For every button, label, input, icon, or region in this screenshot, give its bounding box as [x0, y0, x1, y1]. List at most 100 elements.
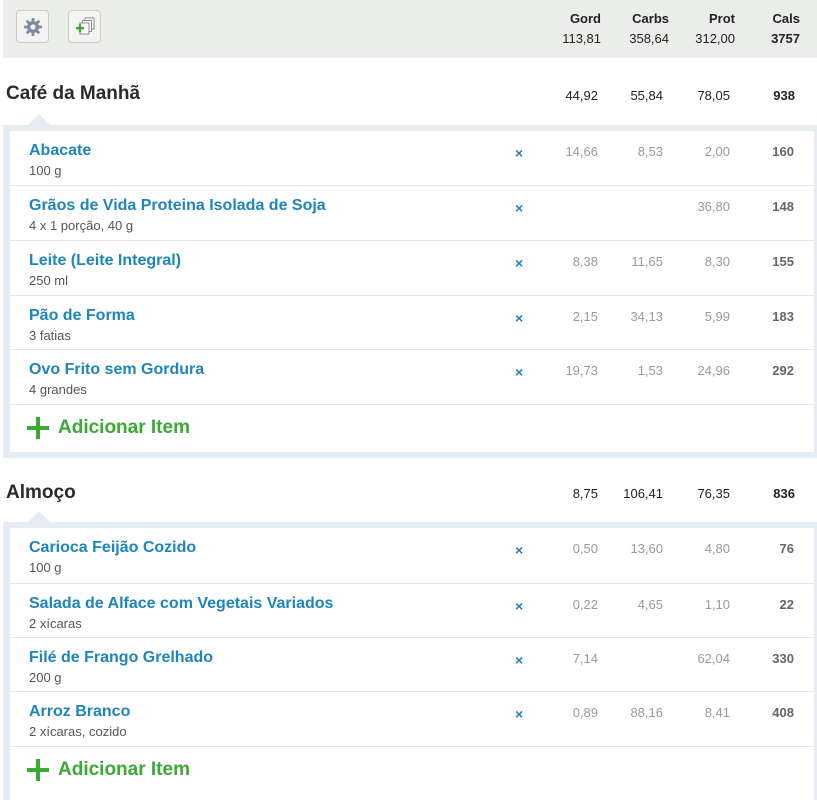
add-item-button[interactable]: Adicionar Item — [27, 417, 190, 439]
food-prot: 5,99 — [704, 309, 730, 324]
food-prot: 8,30 — [704, 254, 730, 269]
add-item-button[interactable]: Adicionar Item — [27, 759, 190, 781]
food-row: Salada de Alface com Vegetais Variados 2… — [10, 584, 814, 638]
settings-button[interactable] — [16, 10, 49, 43]
food-cals: 155 — [772, 254, 794, 269]
meal-total-prot: 76,35 — [697, 486, 730, 501]
food-fat: 0,89 — [572, 705, 598, 720]
food-cals: 148 — [772, 199, 794, 214]
food-cals: 292 — [772, 363, 794, 378]
food-name-link[interactable]: Ovo Frito sem Gordura — [29, 361, 204, 379]
delete-item-icon[interactable]: × — [515, 364, 523, 380]
gear-icon — [23, 17, 42, 36]
food-prot: 24,96 — [697, 363, 730, 378]
food-cals: 76 — [779, 541, 794, 556]
copy-meal-button[interactable] — [68, 10, 101, 43]
food-name-link[interactable]: Arroz Branco — [29, 703, 130, 721]
food-fat: 14,66 — [565, 144, 598, 159]
total-fat: 113,81 — [562, 31, 601, 46]
food-fat: 2,15 — [572, 309, 598, 324]
total-cals: 3757 — [771, 31, 800, 46]
food-name-link[interactable]: Grãos de Vida Proteina Isolada de Soja — [29, 197, 326, 215]
food-name-link[interactable]: Salada de Alface com Vegetais Variados — [29, 595, 333, 613]
food-fat: 19,73 — [565, 363, 598, 378]
food-portion: 200 g — [29, 670, 62, 685]
food-cals: 160 — [772, 144, 794, 159]
food-row: Arroz Branco 2 xícaras, cozido × 0,89 88… — [10, 692, 814, 747]
food-prot: 2,00 — [704, 144, 730, 159]
food-row: Carioca Feijão Cozido 100 g × 0,50 13,60… — [10, 528, 814, 584]
food-name-link[interactable]: Pão de Forma — [29, 307, 135, 325]
food-cals: 22 — [779, 597, 794, 612]
food-carbs: 8,53 — [637, 144, 663, 159]
food-portion: 3 fatias — [29, 328, 71, 343]
food-list-panel: Abacate 100 g × 14,66 8,53 2,00 160 Grão… — [3, 125, 817, 458]
food-prot: 4,80 — [704, 541, 730, 556]
plus-icon — [27, 759, 49, 781]
section-pointer — [28, 511, 50, 522]
plus-icon — [27, 417, 49, 439]
food-portion: 250 ml — [29, 273, 69, 288]
column-header-fat: Gord — [569, 11, 601, 26]
food-portion: 100 g — [29, 163, 62, 178]
meal-total-cals: 938 — [773, 88, 795, 103]
food-prot: 62,04 — [697, 651, 730, 666]
food-name-link[interactable]: Filé de Frango Grelhado — [29, 649, 213, 667]
column-header-carbs: Carbs — [632, 11, 669, 26]
column-header-prot: Prot — [709, 11, 735, 26]
add-item-label: Adicionar Item — [58, 759, 190, 780]
food-name-link[interactable]: Leite (Leite Integral) — [29, 252, 181, 270]
add-item-row: Adicionar Item — [10, 747, 814, 797]
food-prot: 36,80 — [697, 199, 730, 214]
food-fat: 8,38 — [572, 254, 598, 269]
meal-total-fat: 8,75 — [572, 486, 598, 501]
add-copy-icon — [75, 17, 94, 34]
delete-item-icon[interactable]: × — [515, 542, 523, 558]
total-prot: 312,00 — [695, 31, 735, 46]
add-item-label: Adicionar Item — [58, 417, 190, 438]
meal-title: Café da Manhã — [6, 83, 141, 104]
food-carbs: 11,65 — [631, 254, 663, 269]
meal-title: Almoço — [6, 482, 76, 503]
food-prot: 8,41 — [704, 705, 730, 720]
meal-total-cals: 836 — [773, 486, 795, 501]
section-pointer — [28, 114, 50, 125]
total-carbs: 358,64 — [629, 31, 669, 46]
food-row: Leite (Leite Integral) 250 ml × 8,38 11,… — [10, 241, 814, 296]
food-portion: 100 g — [29, 560, 62, 575]
food-carbs: 13,60 — [630, 541, 663, 556]
meal-total-prot: 78,05 — [697, 88, 730, 103]
food-row: Pão de Forma 3 fatias × 2,15 34,13 5,99 … — [10, 296, 814, 350]
delete-item-icon[interactable]: × — [515, 706, 523, 722]
food-row: Abacate 100 g × 14,66 8,53 2,00 160 — [10, 131, 814, 186]
delete-item-icon[interactable]: × — [515, 652, 523, 668]
food-name-link[interactable]: Carioca Feijão Cozido — [29, 539, 196, 557]
food-portion: 2 xícaras — [29, 616, 82, 631]
food-carbs: 88,16 — [630, 705, 663, 720]
food-name-link[interactable]: Abacate — [29, 142, 91, 160]
add-item-row: Adicionar Item — [10, 405, 814, 452]
food-carbs: 34,13 — [630, 309, 663, 324]
food-fat: 7,14 — [572, 651, 598, 666]
food-portion: 4 grandes — [29, 382, 87, 397]
meal-total-carbs: 106,41 — [623, 486, 663, 501]
food-cals: 330 — [772, 651, 794, 666]
food-portion: 2 xícaras, cozido — [29, 724, 127, 739]
food-carbs: 4,65 — [637, 597, 663, 612]
delete-item-icon[interactable]: × — [515, 200, 523, 216]
meal-total-carbs: 55,84 — [630, 88, 663, 103]
food-row: Grãos de Vida Proteina Isolada de Soja 4… — [10, 186, 814, 241]
delete-item-icon[interactable]: × — [515, 145, 523, 161]
delete-item-icon[interactable]: × — [515, 310, 523, 326]
food-row: Ovo Frito sem Gordura 4 grandes × 19,73 … — [10, 350, 814, 405]
food-row: Filé de Frango Grelhado 200 g × 7,14 62,… — [10, 638, 814, 692]
food-fat: 0,50 — [572, 541, 598, 556]
food-fat: 0,22 — [572, 597, 598, 612]
meal-total-fat: 44,92 — [565, 88, 598, 103]
delete-item-icon[interactable]: × — [515, 255, 523, 271]
food-portion: 4 x 1 porção, 40 g — [29, 218, 134, 233]
column-header-cals: Cals — [772, 11, 800, 26]
delete-item-icon[interactable]: × — [515, 598, 523, 614]
food-prot: 1,10 — [704, 597, 730, 612]
food-carbs: 1,53 — [637, 363, 663, 378]
